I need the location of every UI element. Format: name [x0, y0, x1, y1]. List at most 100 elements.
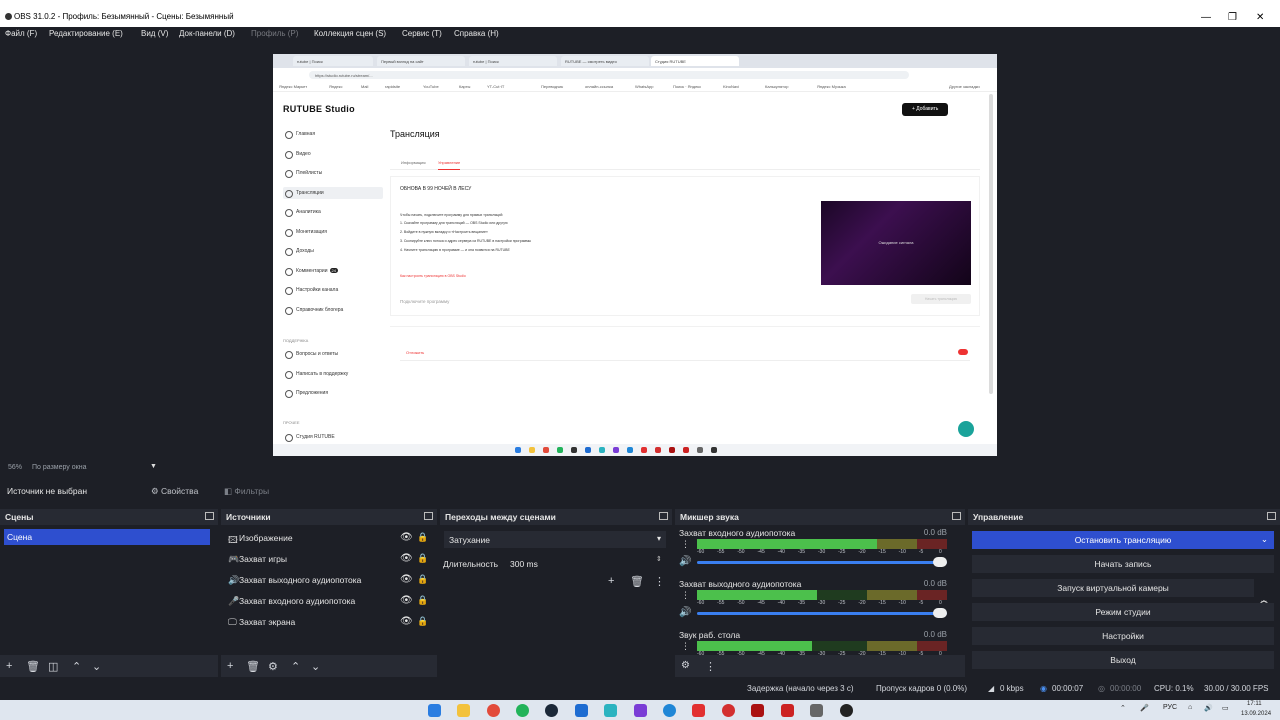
mixer-menu-icon[interactable]: ⋮: [705, 660, 716, 673]
app-icon[interactable]: [634, 704, 647, 717]
bookmark: KinoNavi: [723, 84, 740, 89]
visibility-eye-icon[interactable]: 👁: [400, 553, 413, 564]
properties-button[interactable]: ⚙ Свойства: [151, 483, 198, 499]
volume-slider[interactable]: [697, 612, 947, 615]
app-icon[interactable]: [751, 704, 764, 717]
scene-filters-button[interactable]: ◫: [48, 660, 58, 673]
source-properties-gear-icon[interactable]: ⚙: [268, 660, 278, 673]
lock-icon[interactable]: 🔒: [417, 532, 428, 543]
stop-stream-button[interactable]: Остановить трансляцию ⌄: [972, 531, 1274, 549]
yandex-browser-icon[interactable]: [692, 704, 705, 717]
source-item[interactable]: 🖵 Захват экрана 👁 🔒: [225, 613, 428, 631]
move-up-button[interactable]: ⌃: [72, 660, 81, 673]
menu-file[interactable]: Файл (F): [5, 29, 37, 38]
transition-menu-icon[interactable]: ⋮: [654, 575, 665, 588]
source-item[interactable]: 🎤 Захват входного аудиопотока 👁 🔒: [225, 592, 428, 610]
undock-icon[interactable]: [952, 512, 961, 520]
obs-icon[interactable]: [840, 704, 853, 717]
volume-icon[interactable]: 🔊: [1204, 704, 1213, 712]
sources-list: 🖾 Изображение 👁 🔒 🎮 Захват игры 👁 🔒 🔊 За…: [221, 525, 437, 655]
menu-scene-collection[interactable]: Коллекция сцен (S): [314, 29, 386, 38]
zoom-mode-select[interactable]: По размеру окна: [32, 464, 86, 471]
visibility-eye-icon[interactable]: 👁: [400, 616, 413, 627]
windows-start-icon[interactable]: [428, 704, 441, 717]
microphone-icon[interactable]: 🎤: [1140, 704, 1149, 712]
undock-icon[interactable]: [205, 512, 214, 520]
visibility-eye-icon[interactable]: 👁: [400, 532, 413, 543]
network-icon[interactable]: ⌂: [1188, 704, 1192, 711]
mute-speaker-icon[interactable]: 🔊: [679, 607, 691, 618]
mute-speaker-icon[interactable]: 🔊: [679, 556, 691, 567]
lock-icon[interactable]: 🔒: [417, 553, 428, 564]
studio-mode-button[interactable]: Режим студии: [972, 603, 1274, 621]
visibility-eye-icon[interactable]: 👁: [400, 595, 413, 606]
stepper-icon[interactable]: ⇕: [656, 555, 662, 563]
source-item[interactable]: 🔊 Захват выходного аудиопотока 👁 🔒: [225, 571, 428, 589]
windows-taskbar: ⌃ 🎤 РУС ⌂ 🔊 ▭ 17:11 13.09.2024: [0, 700, 1280, 720]
settings-icon[interactable]: [810, 704, 823, 717]
close-button[interactable]: ✕: [1256, 12, 1264, 23]
move-down-button[interactable]: ⌄: [92, 660, 101, 673]
clock-date[interactable]: 13.09.2024: [1241, 711, 1271, 717]
settings-button[interactable]: Настройки: [972, 627, 1274, 645]
source-item[interactable]: 🎮 Захват игры 👁 🔒: [225, 550, 428, 568]
maximize-button[interactable]: ❐: [1228, 12, 1237, 23]
clock-time[interactable]: 17:11: [1247, 701, 1262, 707]
menu-profile[interactable]: Профиль (P): [251, 29, 298, 38]
start-virtual-camera-button[interactable]: Запуск виртуальной камеры: [972, 579, 1254, 597]
rutube-schedule-card: Отложить: [390, 326, 980, 456]
undock-icon[interactable]: [1267, 512, 1276, 520]
add-transition-button[interactable]: +: [608, 575, 614, 587]
menu-view[interactable]: Вид (V): [141, 29, 168, 38]
mixer-settings-icon[interactable]: ⚙: [681, 660, 690, 671]
mixer-channel-menu-icon[interactable]: ⋮: [681, 539, 690, 550]
remove-source-button[interactable]: 🗑: [246, 660, 260, 673]
source-label: Изображение: [239, 533, 293, 543]
minimize-button[interactable]: —: [1201, 12, 1211, 23]
lock-icon[interactable]: 🔒: [417, 574, 428, 585]
add-source-button[interactable]: +: [227, 660, 233, 672]
visibility-eye-icon[interactable]: 👁: [400, 574, 413, 585]
chevron-down-icon[interactable]: ⌄: [1261, 534, 1268, 545]
volume-slider[interactable]: [697, 561, 947, 564]
undock-icon[interactable]: [424, 512, 433, 520]
mixer-channel-menu-icon[interactable]: ⋮: [681, 641, 690, 652]
undock-icon[interactable]: [659, 512, 668, 520]
volume-slider-handle[interactable]: [933, 608, 947, 618]
mixer-toolbar: ⚙ ⋮: [675, 655, 965, 677]
volume-slider-handle[interactable]: [933, 557, 947, 567]
mixer-channel-menu-icon[interactable]: ⋮: [681, 590, 690, 601]
filters-button[interactable]: ◧ Фильтры: [224, 483, 269, 499]
language-indicator[interactable]: РУС: [1163, 704, 1177, 711]
remove-scene-button[interactable]: 🗑: [26, 660, 40, 673]
app-icon[interactable]: [604, 704, 617, 717]
add-scene-button[interactable]: +: [6, 660, 12, 672]
menu-docks[interactable]: Док-панели (D): [179, 29, 235, 38]
menu-edit[interactable]: Редактирование (E): [49, 29, 123, 38]
whatsapp-icon[interactable]: [516, 704, 529, 717]
lock-icon[interactable]: 🔒: [417, 595, 428, 606]
chrome-icon[interactable]: [487, 704, 500, 717]
tray-chevron-icon[interactable]: ⌃: [1120, 704, 1126, 712]
exit-button[interactable]: Выход: [972, 651, 1274, 669]
menu-help[interactable]: Справка (H): [454, 29, 499, 38]
vivaldi-icon[interactable]: [781, 704, 794, 717]
chevron-down-icon[interactable]: ▼: [150, 463, 157, 470]
battery-icon[interactable]: ▭: [1222, 704, 1229, 712]
move-down-button[interactable]: ⌄: [311, 660, 320, 673]
file-explorer-icon[interactable]: [457, 704, 470, 717]
steam-icon[interactable]: [545, 704, 558, 717]
transition-select[interactable]: Затухание ▾: [444, 531, 666, 548]
edge-icon[interactable]: [663, 704, 676, 717]
menu-tools[interactable]: Сервис (T): [402, 29, 442, 38]
move-up-button[interactable]: ⌃: [291, 660, 300, 673]
scene-item[interactable]: Сцена: [4, 529, 210, 545]
source-item[interactable]: 🖾 Изображение 👁 🔒: [225, 529, 428, 547]
bitrate-icon: ◢: [988, 684, 995, 693]
remove-transition-button[interactable]: 🗑: [630, 575, 644, 588]
lock-icon[interactable]: 🔒: [417, 616, 428, 627]
app-icon[interactable]: [575, 704, 588, 717]
duration-input[interactable]: 300 ms: [504, 555, 664, 572]
opera-icon[interactable]: [722, 704, 735, 717]
start-recording-button[interactable]: Начать запись: [972, 555, 1274, 573]
